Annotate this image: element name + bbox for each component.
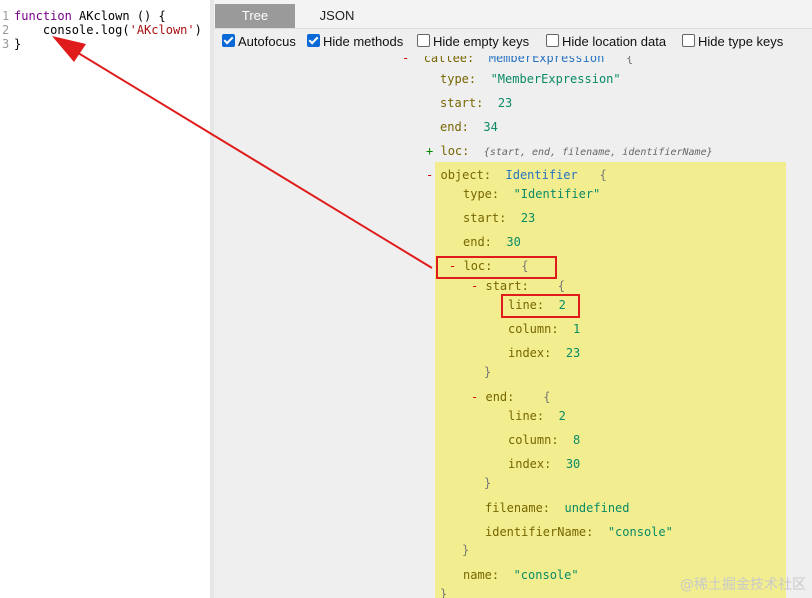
arrow-head <box>52 36 86 62</box>
arrow-line <box>69 47 433 269</box>
watermark: @稀土掘金技术社区 <box>680 577 806 593</box>
annotation-arrow <box>52 36 433 269</box>
